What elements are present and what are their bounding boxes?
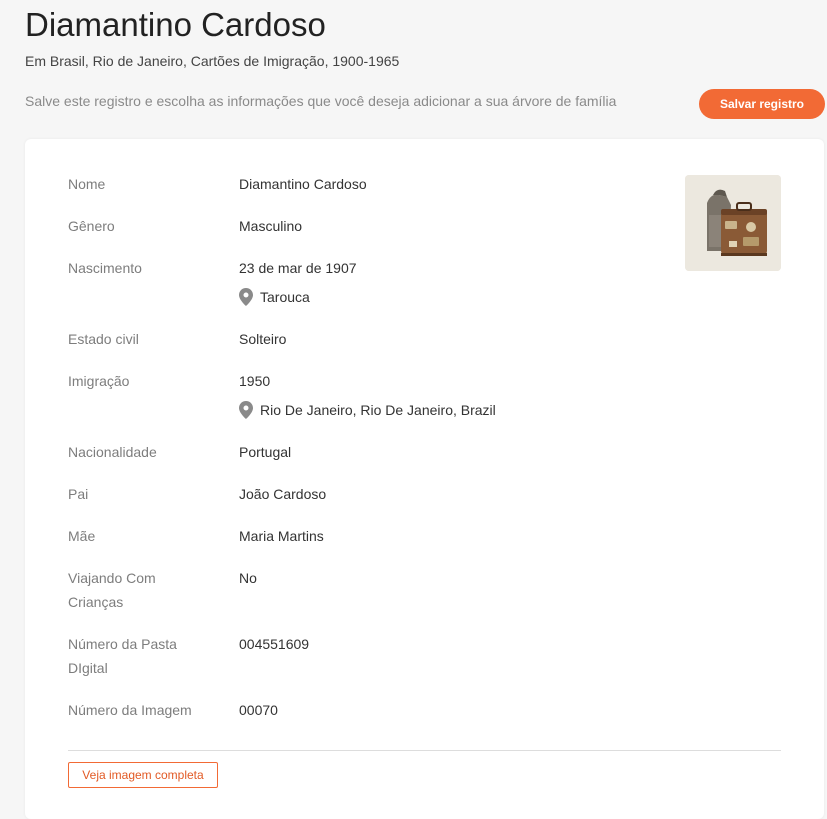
field-label: Imigração (68, 373, 130, 389)
field-label: Estado civil (68, 331, 139, 347)
field-value: Masculino (239, 218, 303, 234)
field-label-line: Número da Pasta (68, 636, 177, 652)
field-label-line: Crianças (68, 594, 124, 610)
field-value: 23 de mar de 1907 (239, 260, 357, 276)
immigration-place: Rio De Janeiro, Rio De Janeiro, Brazil (239, 398, 496, 422)
field-label-line: DIgital (68, 660, 108, 676)
save-message: Salve este registro e escolha as informa… (25, 93, 617, 109)
field-label: Nacionalidade (68, 444, 157, 460)
map-pin-icon (239, 401, 253, 419)
map-pin-icon (239, 288, 253, 306)
field-value: Maria Martins (239, 528, 324, 544)
field-value: Portugal (239, 444, 292, 460)
page-title: Diamantino Cardoso (25, 6, 326, 43)
suitcase-icon (685, 175, 781, 271)
place-text: Rio De Janeiro, Rio De Janeiro, Brazil (260, 402, 496, 418)
record-card: Nome Diamantino Cardoso Gênero Masculino… (25, 139, 824, 819)
field-label: Nome (68, 176, 106, 192)
field-value: 00070 (239, 702, 278, 718)
field-value: João Cardoso (239, 486, 327, 502)
field-value: Solteiro (239, 331, 287, 347)
field-label: Mãe (68, 528, 96, 544)
field-label: Nascimento (68, 260, 142, 276)
field-label: Número da Pasta DIgital (68, 632, 218, 680)
divider (68, 750, 781, 751)
field-value: No (239, 570, 257, 586)
field-value: 1950 (239, 373, 271, 389)
save-record-button[interactable]: Salvar registro (699, 89, 825, 119)
field-label-line: Viajando Com (68, 570, 156, 586)
place-text: Tarouca (260, 289, 310, 305)
field-label: Pai (68, 486, 89, 502)
birth-place: Tarouca (239, 285, 310, 309)
field-label: Gênero (68, 218, 115, 234)
collection-subtitle: Em Brasil, Rio de Janeiro, Cartões de Im… (25, 53, 400, 69)
view-full-image-button[interactable]: Veja imagem completa (68, 762, 218, 788)
field-label: Número da Imagem (68, 702, 192, 718)
field-label: Viajando Com Crianças (68, 566, 218, 614)
field-value: 004551609 (239, 636, 310, 652)
field-value: Diamantino Cardoso (239, 176, 367, 192)
record-thumbnail[interactable] (685, 175, 781, 271)
